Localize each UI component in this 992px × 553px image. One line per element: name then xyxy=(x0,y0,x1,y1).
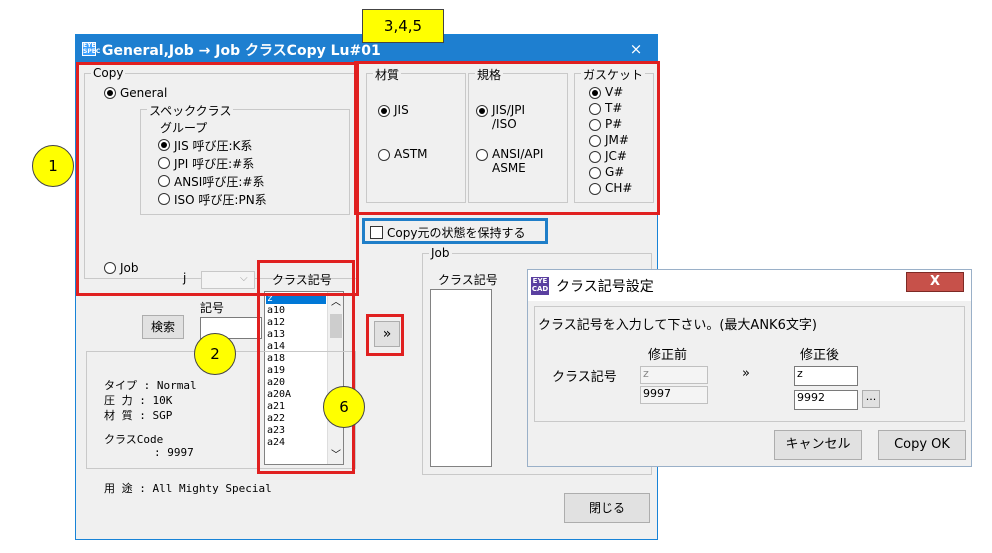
before-value-field: z xyxy=(640,366,708,384)
dialog-app-icon: EYE CAD xyxy=(531,277,549,295)
annotation-circle-6: 6 xyxy=(323,386,365,428)
job-group-label: Job xyxy=(429,246,452,260)
job-class-list[interactable] xyxy=(430,289,492,467)
search-button[interactable]: 検索 xyxy=(142,315,184,339)
cancel-button[interactable]: キャンセル xyxy=(774,430,862,460)
info-class-code-value: : 9997 xyxy=(154,446,194,459)
info-type: タイプ : Normal xyxy=(104,379,197,392)
info-material: 材 質 : SGP xyxy=(104,409,173,422)
copy-ok-button[interactable]: Copy OK xyxy=(878,430,966,460)
annotation-box-345 xyxy=(354,61,660,215)
info-pressure: 圧 力 : 10K xyxy=(104,394,173,407)
after-code-input[interactable]: 9992 xyxy=(794,390,858,410)
class-symbol-dialog: EYE CAD クラス記号設定 X クラス記号を入力して下さい。(最大ANK6文字… xyxy=(527,269,972,467)
browse-button[interactable]: ... xyxy=(862,390,880,408)
dialog-arrow: » xyxy=(742,366,750,381)
annotation-box-keep xyxy=(362,218,548,244)
after-label: 修正後 xyxy=(800,348,840,363)
info-class-code-label: クラスCode xyxy=(104,433,164,446)
dialog-prompt: クラス記号を入力して下さい。(最大ANK6文字) xyxy=(538,318,817,333)
close-icon[interactable]: × xyxy=(624,38,648,60)
annotation-circle-2: 2 xyxy=(194,333,236,375)
dialog-title-bar: EYE CAD クラス記号設定 X xyxy=(528,270,971,301)
annotation-box-list xyxy=(257,260,355,474)
kigou-label: 記号 xyxy=(200,301,225,315)
app-icon: EYE SPEC xyxy=(82,42,101,56)
annotation-circle-1: 1 xyxy=(32,145,74,187)
annotation-label-345: 3,4,5 xyxy=(362,9,444,43)
before-code-field: 9997 xyxy=(640,386,708,404)
before-label: 修正前 xyxy=(648,348,688,363)
after-value-input[interactable]: z xyxy=(794,366,858,386)
dialog-row-label: クラス記号 xyxy=(552,370,617,385)
usage-text: 用 途 : All Mighty Special xyxy=(104,482,272,495)
annotation-box-arrow xyxy=(366,314,404,356)
close-button[interactable]: 閉じる xyxy=(564,493,650,523)
job-class-list-header: クラス記号 xyxy=(438,273,498,287)
dialog-title: クラス記号設定 xyxy=(556,279,654,295)
window-title: General,Job → Job クラスCopy Lu#01 xyxy=(102,43,381,59)
dialog-close-icon[interactable]: X xyxy=(906,272,964,292)
